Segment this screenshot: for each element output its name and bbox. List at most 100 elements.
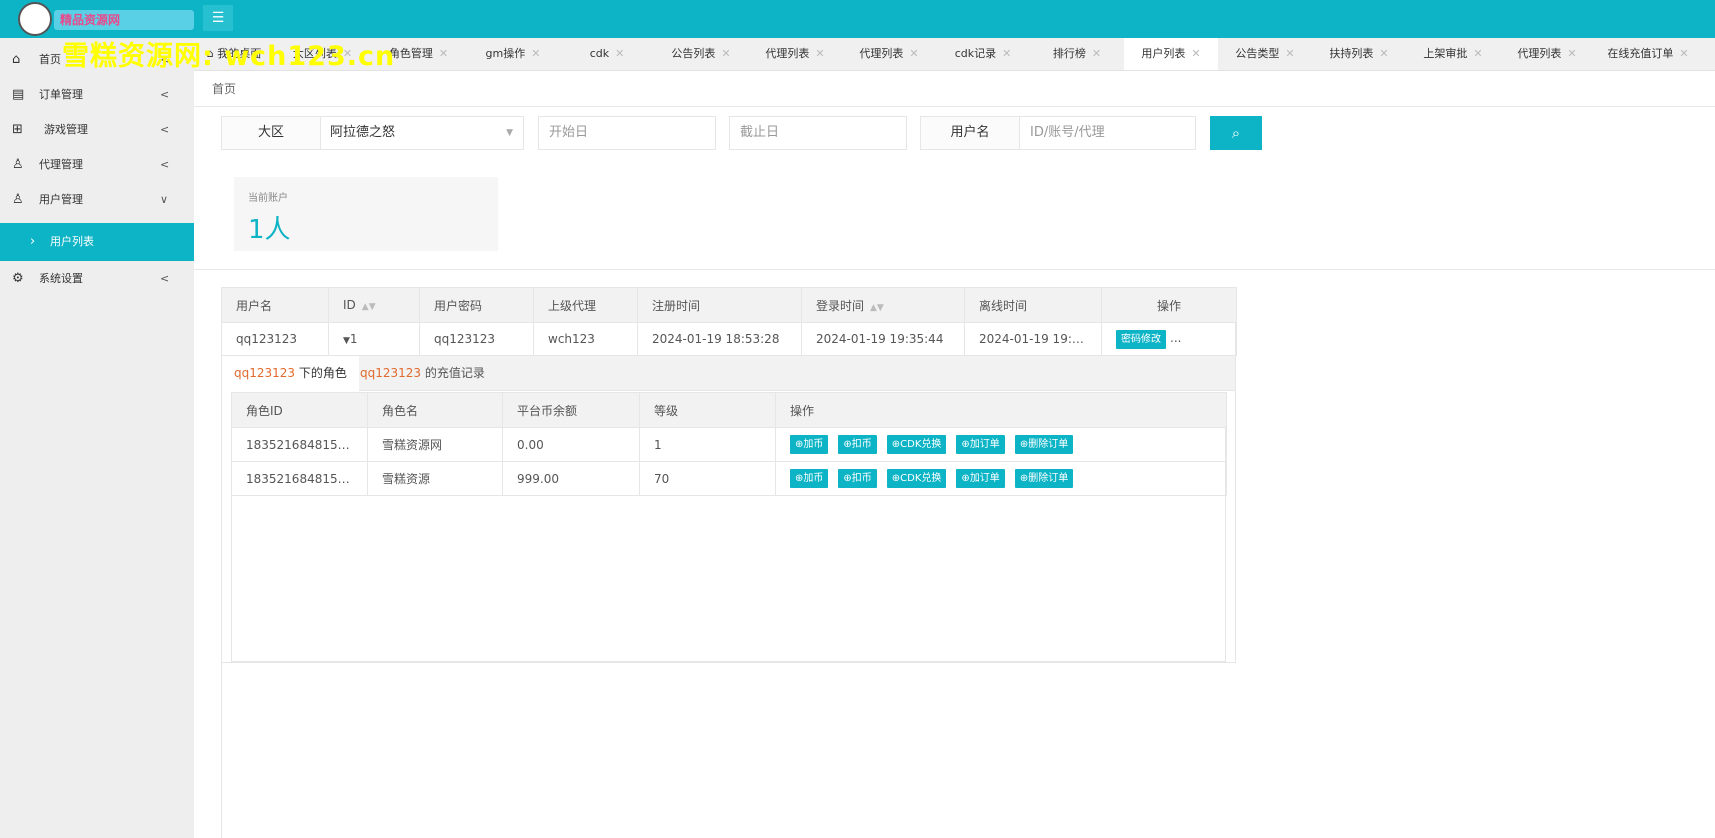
tab-listing-approval[interactable]: 上架审批 ✕ (1406, 38, 1500, 70)
tab-ranking[interactable]: 排行榜 ✕ (1030, 38, 1124, 70)
col-role-id: 角色ID (231, 392, 368, 428)
sidebar-item-agents[interactable]: ♙ 代理管理 < (0, 147, 194, 182)
sort-icon[interactable]: ▲▼ (362, 302, 376, 312)
close-icon[interactable]: ✕ (1567, 47, 1576, 60)
chevron-right-icon: › (30, 234, 36, 249)
sidebar-item-settings[interactable]: ⚙ 系统设置 < (0, 261, 194, 296)
tab-agent-list-3[interactable]: 代理列表 ✕ (1500, 38, 1594, 70)
cell-password: qq123123 (419, 322, 534, 356)
cell-role-name: 雪糕资源网 (367, 427, 503, 462)
deduct-coin-button[interactable]: ⊕扣币 (838, 469, 877, 488)
sidebar-item-user-list[interactable]: › 用户列表 (0, 223, 194, 261)
add-order-button[interactable]: ⊕加订单 (956, 435, 1005, 454)
cell-level: 1 (639, 427, 776, 462)
close-icon[interactable]: ✕ (815, 47, 824, 60)
table-row: 1835216848153... 雪糕资源网 0.00 1 ⊕加币 ⊕扣币 ⊕CDK… (231, 427, 1227, 462)
cell-id[interactable]: ▼1 (328, 322, 420, 356)
top-header: 精品资源网 ☰ (0, 0, 1715, 38)
col-id[interactable]: ID ▲▼ (328, 287, 420, 323)
stat-value: 1人 (248, 215, 291, 245)
close-icon[interactable]: ✕ (439, 47, 448, 60)
button-label: CDK兑换 (900, 439, 942, 450)
tab-notice-type[interactable]: 公告类型 ✕ (1218, 38, 1312, 70)
username-label: 用户名 (920, 116, 1020, 150)
tab-label: 公告类型 (1235, 47, 1280, 60)
close-icon[interactable]: ✕ (1191, 47, 1200, 60)
col-login-time[interactable]: 登录时间 ▲▼ (801, 287, 965, 323)
tab-user-list[interactable]: 用户列表 ✕ (1124, 38, 1218, 70)
sidebar-item-users[interactable]: ♙ 用户管理 ∨ (0, 182, 194, 217)
search-button[interactable]: ⌕ (1210, 116, 1262, 150)
tab-agent-list[interactable]: 代理列表 ✕ (748, 38, 842, 70)
expand-caret-icon[interactable]: ▼ (343, 336, 350, 346)
tab-more[interactable]: 余 (1702, 38, 1715, 70)
tab-notice-list[interactable]: 公告列表 ✕ (654, 38, 748, 70)
deduct-coin-button[interactable]: ⊕扣币 (838, 435, 877, 454)
delete-order-button[interactable]: ⊕删除订单 (1014, 435, 1074, 454)
yen-icon: ⊕ (1019, 473, 1029, 484)
sidebar-item-orders[interactable]: ▤ 订单管理 < (0, 77, 194, 112)
cell-offline-time: 2024-01-19 19:3... (964, 322, 1102, 356)
hamburger-icon[interactable]: ☰ (203, 5, 233, 31)
start-date-input[interactable]: 开始日 (538, 116, 716, 150)
tab-label: gm操作 (485, 47, 526, 60)
home-icon: ⌂ (12, 52, 21, 67)
col-reg-time: 注册时间 (637, 287, 802, 323)
button-label: 加币 (803, 473, 824, 484)
col-role-name: 角色名 (367, 392, 503, 428)
tab-support-list[interactable]: 扶持列表 ✕ (1312, 38, 1406, 70)
tab-gm[interactable]: gm操作 ✕ (466, 38, 560, 70)
table-header: 角色ID 角色名 平台币余额 等级 操作 (231, 392, 1227, 428)
tab-label: 用户列表 (1141, 47, 1186, 60)
id-value: 1 (349, 332, 358, 346)
yen-icon: ⊕ (961, 473, 970, 484)
cdk-redeem-button[interactable]: ⊕CDK兑换 (886, 435, 947, 454)
close-icon[interactable]: ✕ (531, 47, 540, 60)
tab-cdk[interactable]: cdk ✕ (560, 38, 654, 70)
tab-label: cdk (589, 47, 610, 60)
button-label: 扣币 (851, 439, 872, 450)
cell-actions: ⊕加币 ⊕扣币 ⊕CDK兑换 ⊕加订单 ⊕删除订单 (775, 427, 1227, 462)
sort-icon[interactable]: ▲▼ (870, 303, 884, 313)
add-coin-button[interactable]: ⊕加币 (790, 435, 829, 454)
change-password-button[interactable]: 密码修改 (1116, 329, 1166, 349)
tab-roles[interactable]: qq123123 下的角色 (222, 356, 359, 391)
close-icon[interactable]: ✕ (909, 47, 918, 60)
logo: 精品资源网 (18, 2, 194, 36)
close-icon[interactable]: ✕ (1285, 47, 1294, 60)
user-group-icon: ♙ (12, 157, 24, 172)
tab-user: qq123123 (360, 366, 422, 380)
region-select[interactable]: 阿拉德之怒 ▼ (320, 116, 524, 150)
add-order-button[interactable]: ⊕加订单 (956, 469, 1005, 488)
more-actions[interactable]: ... (1170, 331, 1181, 345)
watermark: 雪糕资源网: wch123.cn (62, 41, 396, 72)
close-icon[interactable]: ✕ (1379, 47, 1388, 60)
tab-recharge[interactable]: qq123123 的充值记录 (348, 356, 497, 391)
close-icon[interactable]: ✕ (1002, 47, 1011, 60)
button-label: 删除订单 (1028, 439, 1069, 450)
col-level: 等级 (639, 392, 776, 428)
cell-actions: 密码修改... (1101, 322, 1237, 356)
tab-label: 扶持列表 (1329, 47, 1374, 60)
tab-label: 下的角色 (295, 366, 347, 380)
close-icon[interactable]: ✕ (721, 47, 730, 60)
close-icon[interactable]: ✕ (615, 47, 624, 60)
close-icon[interactable]: ✕ (1679, 47, 1688, 60)
breadcrumb[interactable]: 首页 (212, 80, 236, 97)
chevron-left-icon: < (160, 158, 170, 171)
tab-online-recharge[interactable]: 在线充值订单 ✕ (1594, 38, 1702, 70)
delete-order-button[interactable]: ⊕删除订单 (1014, 469, 1074, 488)
sidebar-item-games[interactable]: ⊞ 游戏管理 < (0, 112, 194, 147)
close-icon[interactable]: ✕ (1473, 47, 1482, 60)
tab-cdk-records[interactable]: cdk记录 ✕ (936, 38, 1030, 70)
add-coin-button[interactable]: ⊕加币 (790, 469, 829, 488)
cell-role-id: 1835216848153... (231, 427, 368, 462)
tab-agent-list-2[interactable]: 代理列表 ✕ (842, 38, 936, 70)
cell-username: qq123123 (221, 322, 329, 356)
roles-table: 角色ID 角色名 平台币余额 等级 操作 1835216848153... 雪糕… (231, 392, 1227, 496)
close-icon[interactable]: ✕ (1092, 47, 1101, 60)
end-date-input[interactable]: 截止日 (729, 116, 907, 150)
cdk-redeem-button[interactable]: ⊕CDK兑换 (886, 469, 947, 488)
username-input[interactable]: ID/账号/代理 (1019, 116, 1196, 150)
col-actions: 操作 (775, 392, 1227, 428)
